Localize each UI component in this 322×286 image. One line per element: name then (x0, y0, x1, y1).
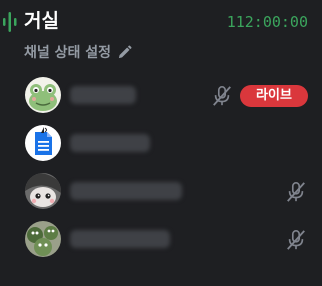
frog-group-avatar (25, 221, 61, 257)
call-timer: 112:00:00 (226, 13, 308, 31)
set-channel-status-button[interactable]: 채널 상태 설정 (24, 40, 132, 64)
pencil-icon (118, 45, 132, 58)
voice-member[interactable] (0, 124, 322, 164)
member-name-redacted (70, 86, 136, 104)
channel-header: 거실 112:00:00 채널 상태 설정 (0, 0, 322, 70)
frog-avatar (25, 77, 61, 113)
member-name-redacted (70, 182, 182, 200)
voice-member[interactable] (0, 220, 322, 260)
voice-member[interactable] (0, 172, 322, 212)
member-name-redacted (70, 230, 170, 248)
voice-channel-icon (3, 12, 17, 32)
character-avatar (25, 173, 61, 209)
member-name-redacted (70, 134, 150, 152)
set-channel-status-label: 채널 상태 설정 (24, 45, 112, 61)
mic-muted-icon (213, 86, 231, 106)
voice-member[interactable]: 라이브 (0, 76, 322, 116)
live-badge: 라이브 (240, 85, 308, 107)
channel-name: 거실 (24, 10, 59, 32)
document-icon-avatar (25, 125, 61, 161)
mic-muted-icon (287, 230, 305, 250)
mic-muted-icon (287, 182, 305, 202)
